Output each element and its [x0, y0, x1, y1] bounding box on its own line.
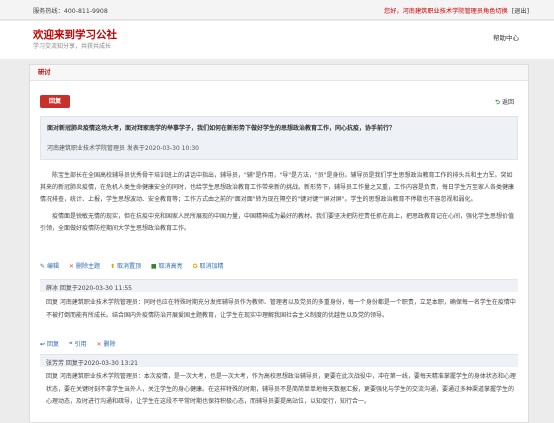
unfeature-button[interactable]: ✪ 取消加精: [193, 263, 224, 270]
role-switch-link[interactable]: 您好，河南建筑职业技术学院管理员角色切换: [384, 8, 508, 15]
quote-label: 引用: [74, 341, 87, 348]
topic-paragraph: 疫情面是锐敏无情的现实，但在抗疫中充和国家人民所展现的中国力量，中国精神成为最好…: [40, 212, 515, 232]
unpin-button[interactable]: ⬆ 取消置顶: [110, 263, 141, 270]
panel-heading: 研讨: [38, 69, 51, 76]
reply-header: 薛冰 回复于2020-03-30 11:55: [40, 279, 518, 292]
delete-reply-label: 删除: [103, 341, 116, 348]
reply-meta: 张芳芳 回复于2020-03-30 13:21: [46, 360, 138, 367]
site-title: 欢迎来到学习公社: [33, 29, 117, 41]
reply-label: 回复: [47, 341, 60, 348]
panel-header: 研讨: [30, 65, 528, 81]
unfeature-label: 取消加精: [199, 263, 224, 270]
return-arrow-icon: ⮌: [495, 99, 500, 106]
reply-icon: ↩: [40, 341, 46, 348]
delete-topic-label: 删除主题: [76, 263, 101, 270]
topic-meta: 河南建筑职业技术学院管理员 发表于2020-03-30 10:30: [47, 145, 199, 152]
unhighlight-button[interactable]: ■ 取消高亮: [151, 263, 183, 270]
pin-icon: ⬆: [109, 263, 115, 270]
site-header: 欢迎来到学习公社 学习交流知分享，共获共成长 帮助中心: [0, 21, 554, 59]
discussion-panel: 研讨 回复 ⮌ 返回 面对新冠肺炎疫情这场大考，面对拜家南学的举事学子，我们如何在…: [29, 64, 529, 423]
edit-icon: ✎: [40, 263, 46, 270]
topic-paragraph: 陈宝生部长在全国高校辅导员优秀骨干培训班上的讲话中指出，辅导员，"辅"是作用，"…: [40, 172, 515, 204]
back-link[interactable]: ⮌ 返回: [495, 97, 514, 108]
reply-header: 张芳芳 回复于2020-03-30 13:21: [40, 354, 518, 367]
quote-icon: ❝: [68, 341, 73, 348]
edit-button[interactable]: ✎ 编辑: [40, 263, 59, 270]
reply-button[interactable]: 回复: [40, 95, 70, 108]
unhighlight-label: 取消高亮: [158, 263, 183, 270]
service-hotline: 服务热线：400-811-9908: [33, 8, 108, 15]
reply-actions: ↩ 回复 ❝ 引用 ✕ 删除: [40, 339, 123, 349]
reply-body: 回复 河南建筑职业技术学院管理员：同时也应在特殊时期充分发挥辅导员作为教师、管理…: [46, 299, 516, 319]
delete-reply-button[interactable]: ✕ 删除: [96, 341, 115, 348]
site-subtitle: 学习交流知分享，共获共成长: [33, 43, 112, 50]
topic-title: 面对新冠肺炎疫情这场大考，面对拜家南学的举事学子，我们如何在新形势下做好学生的思…: [47, 125, 396, 132]
topic-actions: ✎ 编辑 ✕ 删除主题 ⬆ 取消置顶 ■ 取消高亮 ✪ 取消加精: [40, 261, 232, 271]
unpin-label: 取消置顶: [116, 263, 141, 270]
edit-label: 编辑: [47, 263, 60, 270]
back-label: 返回: [501, 99, 514, 106]
logout-link[interactable]: [退出]: [512, 8, 529, 15]
delete-icon: ✕: [68, 263, 74, 270]
topic-body: 陈宝生部长在全国高校辅导员优秀骨干培训班上的讲话中指出，辅导员，"辅"是作用，"…: [40, 170, 518, 235]
topic-header: 面对新冠肺炎疫情这场大考，面对拜家南学的举事学子，我们如何在新形势下做好学生的思…: [40, 116, 518, 160]
star-icon: ✪: [192, 263, 198, 270]
reply-meta: 薛冰 回复于2020-03-30 11:55: [46, 285, 132, 292]
user-greeting: 您好，河南建筑职业技术学院管理员角色切换 [退出]: [384, 6, 529, 15]
quote-button[interactable]: ❝ 引用: [69, 341, 87, 348]
help-center-link[interactable]: 帮助中心: [493, 32, 519, 42]
reply-reply-button[interactable]: ↩ 回复: [40, 341, 59, 348]
top-bar: 服务热线：400-811-9908 您好，河南建筑职业技术学院管理员角色切换 [退…: [0, 0, 554, 20]
delete-topic-button[interactable]: ✕ 删除主题: [69, 263, 100, 270]
delete-icon: ✕: [96, 341, 102, 348]
reply-body: 回复 河南建筑职业技术学院管理员：本次疫情，是一次大考，也是一次大考，作为高校思…: [46, 373, 516, 406]
highlight-icon: ■: [150, 263, 157, 270]
